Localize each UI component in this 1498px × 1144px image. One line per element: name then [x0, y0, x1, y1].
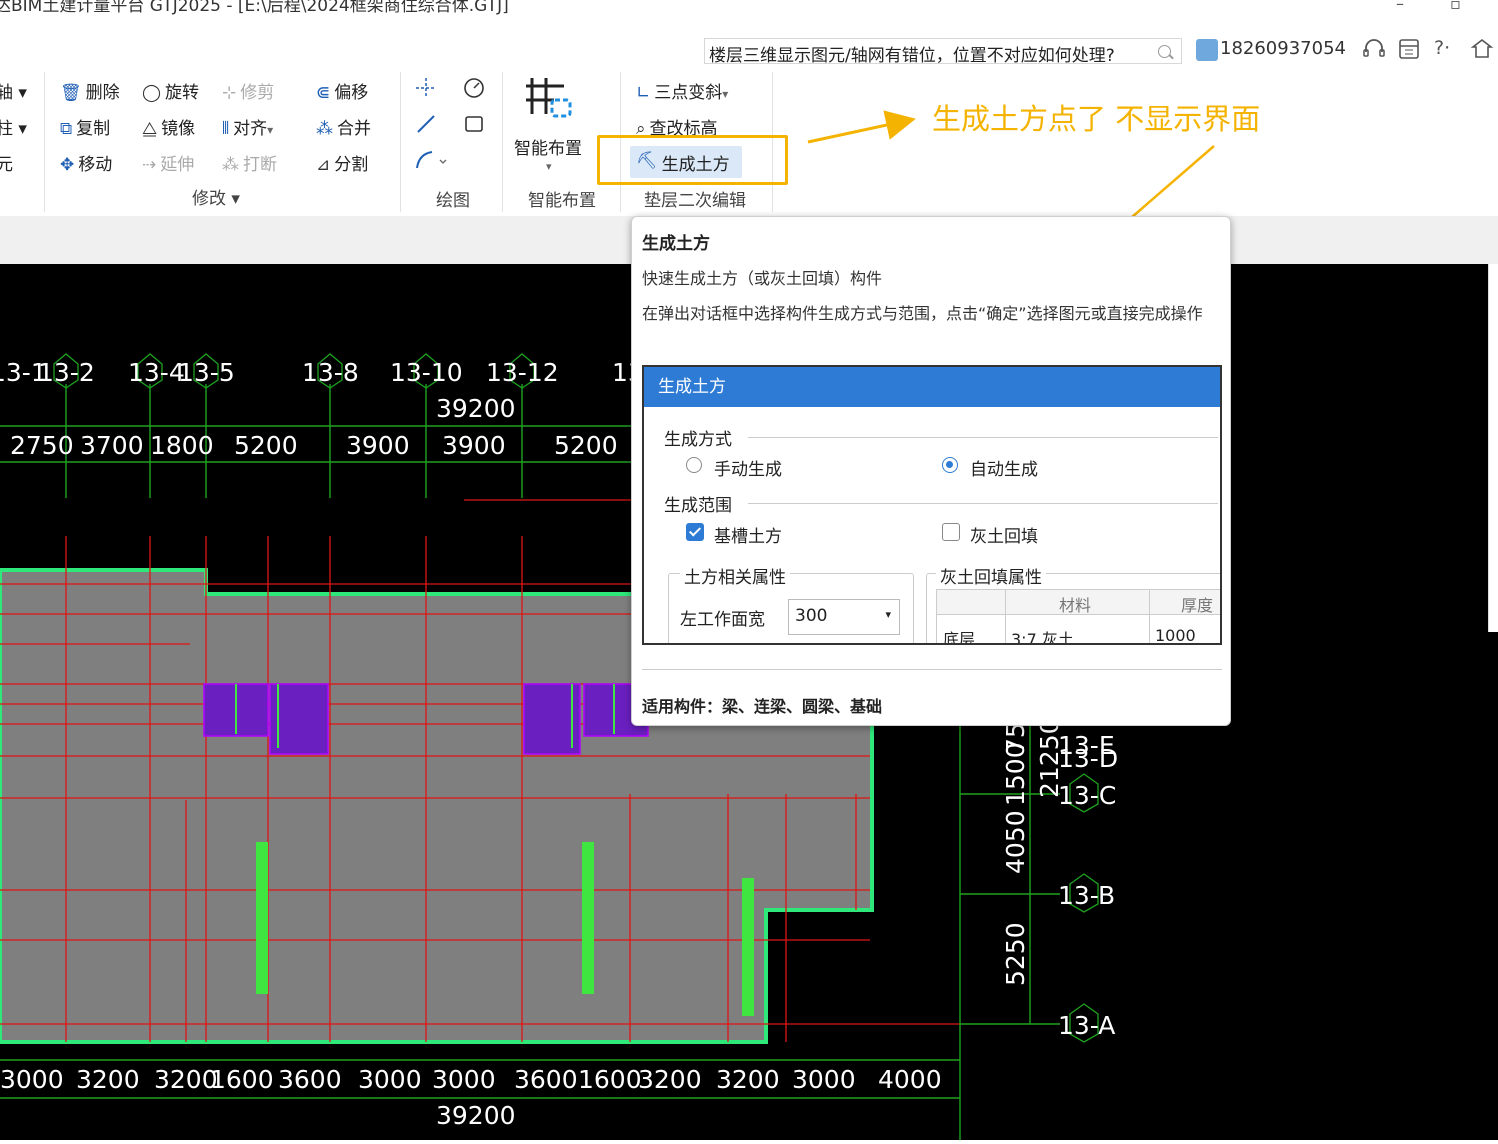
table-cell: 3:7 灰土 — [1011, 630, 1074, 645]
axis-label: 13-4 — [128, 358, 185, 387]
preview-dialog-title: 生成土方 — [644, 367, 1220, 407]
column-header: 材料 — [1059, 596, 1092, 615]
dimension: 3200 — [76, 1065, 140, 1094]
tooltip-divider — [642, 669, 1222, 670]
dimension: 3200 — [638, 1065, 702, 1094]
dimension: 3200 — [716, 1065, 780, 1094]
dimension: 3000 — [358, 1065, 422, 1094]
backfill-table: 材料 厚度 底层 3:7 灰土 1000 — [936, 589, 1220, 645]
dimension-partial: 5 — [0, 431, 2, 460]
axis-label: 13-10 — [390, 358, 463, 387]
axis-label: 13-8 — [302, 358, 359, 387]
auto-radio — [942, 457, 958, 473]
dimension: 5250 — [1001, 922, 1030, 986]
table-col-divider — [1149, 590, 1150, 643]
dimension: 1600 — [210, 1065, 274, 1094]
backfill-checkbox — [942, 523, 960, 541]
dimension: 2750 — [10, 431, 74, 460]
table-col-divider — [1005, 590, 1006, 643]
dimension: 21250 — [1035, 718, 1064, 798]
tooltip-generate-earthwork: 生成土方 快速生成土方（或灰土回填）构件 在弹出对话框中选择构件生成方式与范围，… — [631, 216, 1231, 726]
dimension: 3700 — [80, 431, 144, 460]
dimension: 3900 — [442, 431, 506, 460]
dimension: 3600 — [278, 1065, 342, 1094]
axis-label: 13-D — [1058, 744, 1118, 773]
mode-label: 生成方式 — [664, 430, 732, 450]
annotation-arrow-to-button — [807, 110, 916, 144]
range-label: 生成范围 — [664, 496, 732, 516]
table-cell: 1000 — [1155, 626, 1196, 645]
dimension: 3000 — [0, 1065, 64, 1094]
dimension: 4000 — [878, 1065, 942, 1094]
earth-props-label: 土方相关属性 — [680, 563, 790, 588]
dialog-preview: 生成土方 生成方式 手动生成 自动生成 生成范围 基槽土方 灰土回填 土方相关属… — [642, 365, 1222, 645]
dimension: 4050 — [1001, 810, 1030, 874]
manual-label: 手动生成 — [714, 460, 782, 480]
axis-label: 13-A — [1058, 1011, 1115, 1040]
dimension: 3000 — [432, 1065, 496, 1094]
left-width-select: 300 ▾ — [788, 599, 900, 635]
axis-label: 13-C — [1058, 781, 1116, 810]
dimension: 3200 — [154, 1065, 218, 1094]
dimension: 3000 — [792, 1065, 856, 1094]
table-cell: 底层 — [943, 630, 976, 645]
tooltip-title: 生成土方 — [642, 234, 710, 254]
auto-label: 自动生成 — [970, 460, 1038, 480]
axis-label: 13-5 — [178, 358, 235, 387]
dimension: 3900 — [346, 431, 410, 460]
tooltip-description: 快速生成土方（或灰土回填）构件 — [642, 269, 883, 288]
backfill-props-label: 灰土回填属性 — [936, 563, 1046, 588]
chevron-down-icon: ▾ — [885, 608, 891, 621]
backfill-label: 灰土回填 — [970, 527, 1038, 547]
divider — [748, 503, 1218, 504]
left-width-label: 左工作面宽 — [680, 610, 765, 630]
column-header: 厚度 — [1181, 596, 1214, 615]
total-dimension: 39200 — [436, 394, 516, 423]
dimension: 1600 — [578, 1065, 642, 1094]
axis-label: 13-B — [1058, 881, 1115, 910]
axis-label: 13-2 — [38, 358, 95, 387]
dimension: 5200 — [554, 431, 618, 460]
dimension: 5200 — [234, 431, 298, 460]
manual-radio — [686, 457, 702, 473]
dimension: 1800 — [150, 431, 214, 460]
tooltip-detail: 在弹出对话框中选择构件生成方式与范围，点击“确定”选择图元或直接完成操作 — [642, 304, 1203, 323]
right-side-panel — [1488, 264, 1498, 632]
left-width-value: 300 — [795, 606, 828, 626]
pit-checkbox — [686, 523, 704, 541]
axis-label: 13-12 — [486, 358, 559, 387]
tooltip-applicable: 适用构件：梁、连梁、圆梁、基础 — [642, 697, 883, 716]
pit-label: 基槽土方 — [714, 527, 782, 547]
dimension: 3600 — [514, 1065, 578, 1094]
divider — [748, 437, 1218, 438]
total-dimension: 39200 — [436, 1101, 516, 1130]
